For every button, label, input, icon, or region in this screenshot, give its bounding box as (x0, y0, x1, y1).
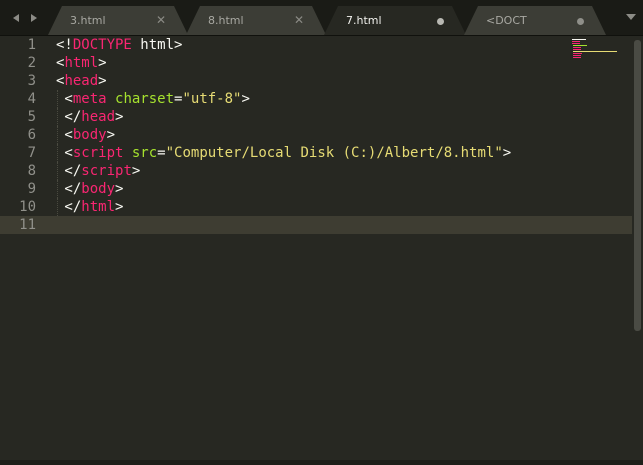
code-token: > (106, 127, 116, 143)
code-token: = (157, 145, 166, 161)
code-token: < (56, 145, 73, 161)
line-number: 2 (27, 55, 36, 71)
unsaved-dot-icon[interactable] (577, 18, 584, 25)
editor-window: 3.html ✕ 8.html ✕ 7.html <DOCT 1 2 3 4 5 6 7 8 9… (0, 0, 643, 465)
code-line[interactable]: <meta charset="utf-8"> (56, 90, 250, 108)
minimap-line (573, 47, 581, 48)
code-token: meta (72, 91, 107, 107)
tab-label: 7.html (346, 14, 382, 27)
tabs-menu-button[interactable] (623, 9, 639, 25)
code-editor[interactable]: 1 2 3 4 5 6 7 8 9 10 11 <!DOCTYPE html> <html> <head… (0, 36, 643, 460)
vertical-scrollbar[interactable] (634, 40, 641, 331)
code-token: html (81, 199, 116, 215)
line-number: 10 (19, 199, 36, 215)
tab-label: <DOCT (486, 14, 527, 27)
code-token: < (56, 127, 73, 143)
tab-7-html[interactable]: 7.html (324, 6, 466, 35)
code-line[interactable]: </html> (56, 198, 123, 216)
line-number: 9 (27, 181, 36, 197)
indent-guide (57, 90, 58, 108)
chevron-down-icon (626, 14, 636, 20)
code-token: </ (56, 109, 82, 125)
line-number: 7 (27, 145, 36, 161)
code-token: html> (131, 37, 183, 53)
code-token: "Computer/Local Disk (C:)/Albert/8.html" (165, 145, 503, 161)
tab-scroll-left-button[interactable] (6, 0, 26, 35)
minimap-line (572, 43, 580, 44)
minimap-line (573, 53, 582, 54)
line-number: 6 (27, 127, 36, 143)
code-token: <! (56, 37, 73, 53)
code-token: head (81, 109, 116, 125)
code-line[interactable]: <!DOCTYPE html> (56, 36, 182, 54)
line-number: 4 (27, 91, 36, 107)
tab-untitled-doctype[interactable]: <DOCT (464, 6, 606, 35)
code-token: script (72, 145, 124, 161)
code-token: > (98, 73, 107, 89)
code-token: > (115, 181, 124, 197)
tab-3-html[interactable]: 3.html ✕ (48, 6, 188, 35)
line-number: 5 (27, 109, 36, 125)
tab-label: 8.html (208, 14, 244, 27)
close-icon[interactable]: ✕ (294, 14, 304, 26)
minimap-line (573, 55, 581, 56)
minimap-line (573, 45, 587, 46)
code-token: > (502, 145, 512, 161)
minimap[interactable] (568, 38, 628, 68)
code-token: body (72, 127, 107, 143)
minimap-line (572, 39, 586, 40)
code-token: > (115, 199, 124, 215)
triangle-right-icon (31, 13, 37, 22)
code-token: > (241, 91, 250, 107)
indent-guide (57, 144, 58, 162)
code-line[interactable]: </body> (56, 180, 123, 198)
code-token: > (115, 109, 124, 125)
code-token: > (98, 55, 107, 71)
line-number: 1 (27, 37, 36, 53)
minimap-line (573, 57, 581, 58)
code-line[interactable]: <body> (56, 126, 115, 144)
line-number: 3 (27, 73, 36, 89)
line-number: 11 (19, 217, 36, 233)
indent-guide (57, 198, 58, 216)
code-token: DOCTYPE (72, 37, 132, 53)
code-line[interactable]: </script> (56, 162, 140, 180)
minimap-line (573, 49, 581, 50)
tab-label: 3.html (70, 14, 106, 27)
code-token: </ (56, 199, 82, 215)
line-number-gutter: 1 2 3 4 5 6 7 8 9 10 11 (0, 36, 44, 460)
code-token: < (56, 91, 73, 107)
code-token: > (131, 163, 141, 179)
indent-guide (57, 108, 58, 126)
unsaved-dot-icon[interactable] (437, 18, 444, 25)
code-token: script (81, 163, 132, 179)
close-icon[interactable]: ✕ (156, 14, 166, 26)
indent-guide (57, 162, 58, 180)
minimap-line (572, 41, 580, 42)
code-token: "utf-8" (182, 91, 242, 107)
code-token: src (131, 145, 158, 161)
code-token: charset (115, 91, 175, 107)
tab-bar: 3.html ✕ 8.html ✕ 7.html <DOCT (0, 0, 643, 36)
status-bar (0, 460, 643, 465)
code-line[interactable]: <script src="Computer/Local Disk (C:)/Al… (56, 144, 511, 162)
current-line-highlight (0, 216, 632, 234)
line-number: 8 (27, 163, 36, 179)
code-line[interactable]: </head> (56, 108, 123, 126)
code-token: </ (56, 181, 82, 197)
code-token: head (64, 73, 99, 89)
tab-8-html[interactable]: 8.html ✕ (186, 6, 326, 35)
triangle-left-icon (13, 13, 19, 22)
code-token: body (81, 181, 116, 197)
minimap-line (573, 51, 617, 52)
indent-guide (57, 180, 58, 198)
code-line[interactable]: <head> (56, 72, 107, 90)
tab-scroll-right-button[interactable] (24, 0, 44, 35)
code-line[interactable]: <html> (56, 54, 107, 72)
code-token: html (64, 55, 99, 71)
code-token: </ (56, 163, 82, 179)
indent-guide (57, 126, 58, 144)
